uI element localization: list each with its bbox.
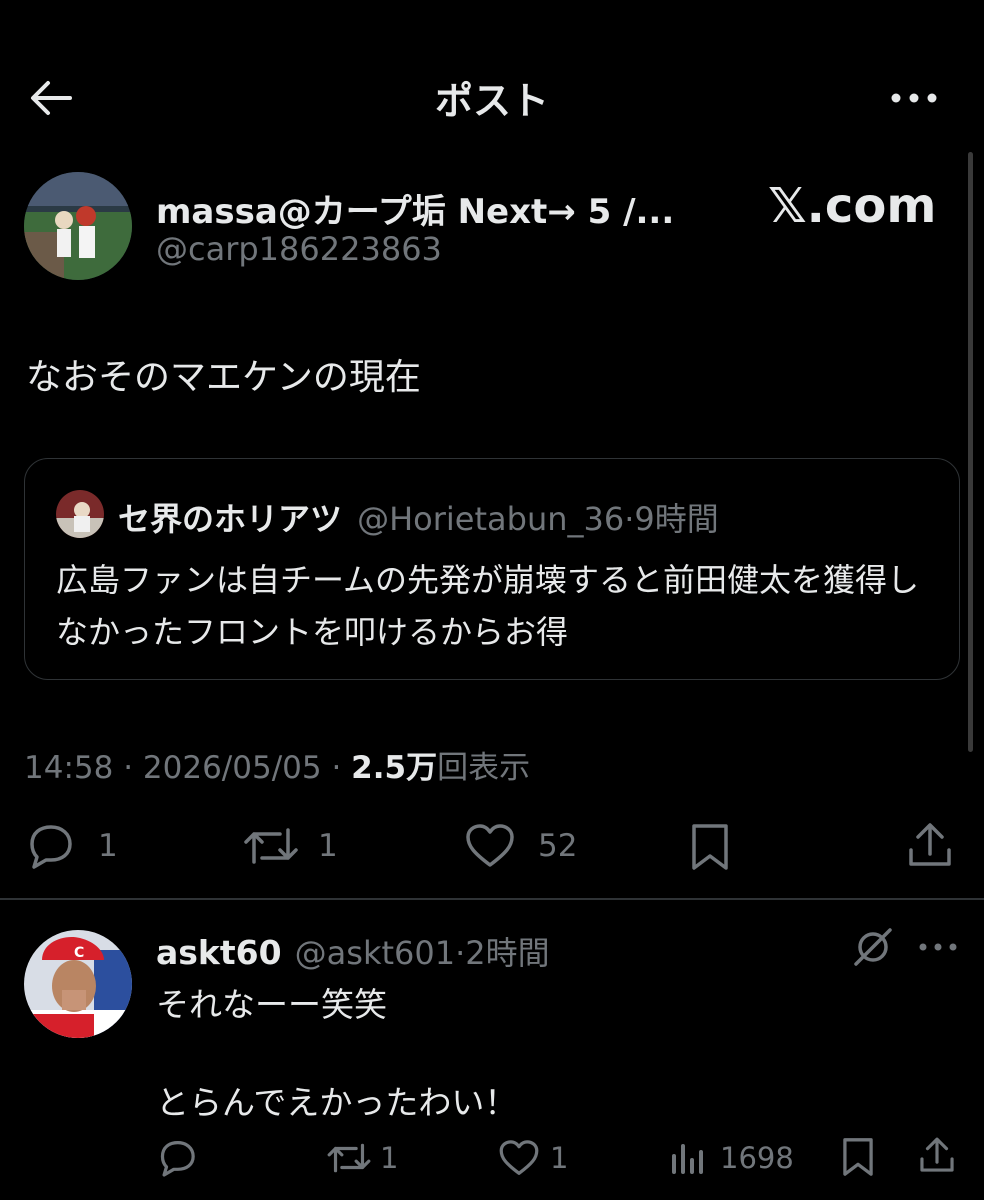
reply-more-button[interactable] bbox=[916, 934, 960, 960]
separator-dot: · bbox=[455, 934, 466, 972]
reply-count: 1 bbox=[98, 828, 118, 864]
share-icon bbox=[920, 1137, 954, 1172]
views-label: 回表示 bbox=[437, 750, 531, 786]
page-title: ポスト bbox=[434, 79, 549, 123]
scrollbar[interactable] bbox=[968, 152, 973, 752]
grok-icon bbox=[854, 928, 892, 966]
divider bbox=[0, 898, 984, 900]
more-horizontal-icon bbox=[919, 943, 957, 951]
comment-icon bbox=[160, 1141, 195, 1177]
share-icon bbox=[909, 823, 951, 866]
reply-views-button[interactable]: 1698 bbox=[668, 1138, 794, 1178]
reply-like-count: 1 bbox=[550, 1141, 569, 1175]
reply-views-count: 1698 bbox=[720, 1141, 794, 1175]
repost-icon bbox=[244, 828, 298, 864]
reply-text-line-1: それなーー笑笑 bbox=[156, 985, 387, 1024]
heart-icon bbox=[466, 824, 514, 867]
reply-author-name[interactable]: askt60 bbox=[156, 933, 282, 972]
post-meta: 14:58 · 2026/05/05 · 2.5万回表示 bbox=[24, 750, 531, 786]
reply-text-line-2: とらんでえかったわい！ bbox=[156, 1083, 518, 1122]
reply-author-handle[interactable]: @askt601 bbox=[295, 934, 455, 972]
post-date: 2026/05/05 bbox=[142, 750, 322, 786]
more-options-button[interactable] bbox=[886, 80, 942, 116]
more-horizontal-icon bbox=[891, 93, 937, 103]
quote-author-name: セ界のホリアツ bbox=[118, 500, 343, 538]
reply-repost-count: 1 bbox=[380, 1141, 399, 1175]
author-avatar[interactable] bbox=[24, 172, 132, 280]
reply-like-button[interactable]: 1 bbox=[498, 1138, 568, 1178]
repost-button[interactable]: 1 bbox=[242, 822, 338, 870]
grok-button[interactable] bbox=[852, 926, 894, 968]
bookmark-icon bbox=[692, 824, 728, 870]
xcom-watermark: 𝕏.com bbox=[768, 178, 937, 234]
quote-time: 9時間 bbox=[634, 500, 719, 538]
reply-button[interactable]: 1 bbox=[24, 822, 118, 870]
views-count: 2.5万 bbox=[351, 750, 438, 786]
comment-icon bbox=[30, 825, 72, 869]
author-handle[interactable]: @carp186223863 bbox=[156, 230, 442, 268]
author-name[interactable]: massa@カープ垢 Next→ 5 /... bbox=[156, 184, 674, 233]
reply-reply-button[interactable] bbox=[156, 1138, 198, 1178]
reply-header: askt60 @askt601·2時間 bbox=[156, 928, 550, 974]
quote-text: 広島ファンは自チームの先発が崩壊すると前田健太を獲得しなかったフロントを叩けるか… bbox=[56, 561, 920, 651]
reply-bookmark-button[interactable] bbox=[840, 1136, 876, 1178]
reply-time: 2時間 bbox=[465, 934, 550, 972]
quote-header: セ界のホリアツ @Horietabun_36·9時間 bbox=[118, 494, 719, 540]
separator-dot: · bbox=[624, 500, 635, 538]
reply-repost-button[interactable]: 1 bbox=[326, 1138, 398, 1178]
like-count: 52 bbox=[538, 828, 578, 864]
reply-share-button[interactable] bbox=[918, 1134, 956, 1176]
post-time: 14:58 bbox=[24, 750, 114, 786]
like-button[interactable]: 52 bbox=[464, 822, 577, 870]
bar-chart-icon bbox=[672, 1144, 703, 1174]
reply-author-avatar[interactable]: C bbox=[24, 930, 132, 1038]
bookmark-icon bbox=[843, 1138, 873, 1176]
repost-count: 1 bbox=[318, 828, 338, 864]
bookmark-button[interactable] bbox=[688, 822, 732, 872]
quote-author-avatar bbox=[56, 490, 104, 538]
heart-icon bbox=[499, 1140, 539, 1175]
repost-icon bbox=[327, 1143, 371, 1173]
svg-text:C: C bbox=[74, 945, 84, 961]
share-button[interactable] bbox=[906, 820, 954, 870]
post-text: なおそのマエケンの現在 bbox=[26, 357, 421, 398]
quote-author-handle: @Horietabun_36 bbox=[357, 500, 625, 538]
